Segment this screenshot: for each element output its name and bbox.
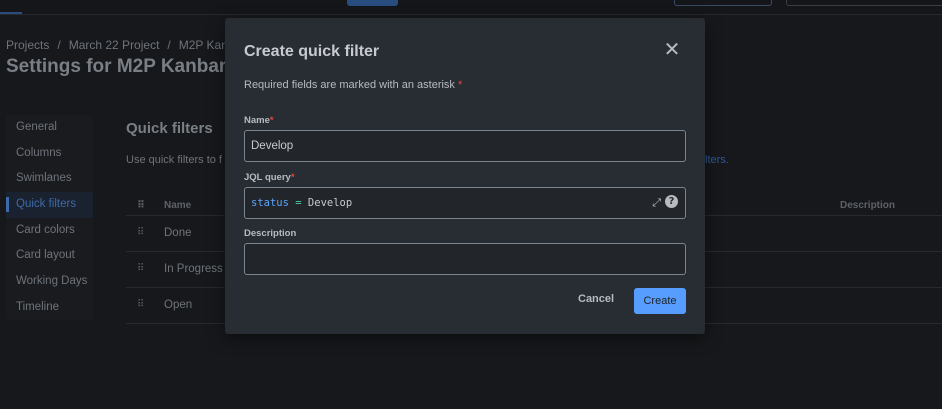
sidebar-item-columns[interactable]: Columns (6, 141, 93, 167)
row-name: Open (164, 299, 193, 311)
name-label: Name* (244, 115, 274, 126)
nav-search[interactable] (786, 0, 942, 6)
nav-primary-button[interactable] (347, 0, 398, 6)
settings-sidebar: General Columns Swimlanes Quick filters … (6, 115, 93, 320)
sidebar-item-quick-filters[interactable]: Quick filters (6, 192, 93, 218)
drag-handle-icon[interactable]: ⠿ (137, 299, 144, 310)
column-description: Description (840, 200, 896, 211)
section-description: Use quick filters to f (126, 154, 222, 166)
sidebar-item-general[interactable]: General (6, 115, 93, 141)
close-icon[interactable]: ✕ (662, 40, 682, 60)
jql-query-input[interactable]: status = Develop ⤢ ? (244, 187, 686, 219)
sidebar-item-card-colors[interactable]: Card colors (6, 218, 93, 244)
row-name: In Progress (164, 263, 223, 275)
jql-label: JQL query* (244, 172, 295, 183)
column-name: Name (164, 200, 192, 211)
top-nav (0, 0, 942, 15)
drag-handle-icon: ⠿ (137, 200, 145, 211)
learn-more-link[interactable]: lters. (705, 154, 729, 166)
drag-handle-icon[interactable]: ⠿ (137, 227, 144, 238)
drag-handle-icon[interactable]: ⠿ (137, 263, 144, 274)
help-icon[interactable]: ? (665, 195, 678, 208)
page-title: Settings for M2P Kanban (6, 56, 231, 77)
sidebar-item-timeline[interactable]: Timeline (6, 295, 93, 321)
row-name: Done (164, 227, 192, 239)
dialog-title: Create quick filter (244, 43, 380, 60)
description-input[interactable] (244, 243, 686, 275)
breadcrumb-projects[interactable]: Projects (6, 38, 49, 52)
create-quick-filter-dialog: Create quick filter ✕ Required fields ar… (225, 18, 705, 334)
description-label: Description (244, 228, 297, 239)
create-button[interactable]: Create (634, 288, 686, 314)
sidebar-item-card-layout[interactable]: Card layout (6, 243, 93, 269)
nav-active-indicator (0, 12, 22, 14)
breadcrumb-project[interactable]: March 22 Project (69, 38, 160, 52)
section-title: Quick filters (126, 120, 213, 137)
expand-icon[interactable]: ⤢ (652, 196, 661, 210)
breadcrumb: Projects / March 22 Project / M2P Kanba (6, 38, 242, 52)
nav-button[interactable] (674, 0, 772, 6)
name-input[interactable]: Develop (244, 130, 686, 162)
required-note: Required fields are marked with an aster… (244, 79, 463, 91)
cancel-button[interactable]: Cancel (578, 293, 614, 305)
sidebar-item-swimlanes[interactable]: Swimlanes (6, 166, 93, 192)
sidebar-item-working-days[interactable]: Working Days (6, 269, 93, 295)
